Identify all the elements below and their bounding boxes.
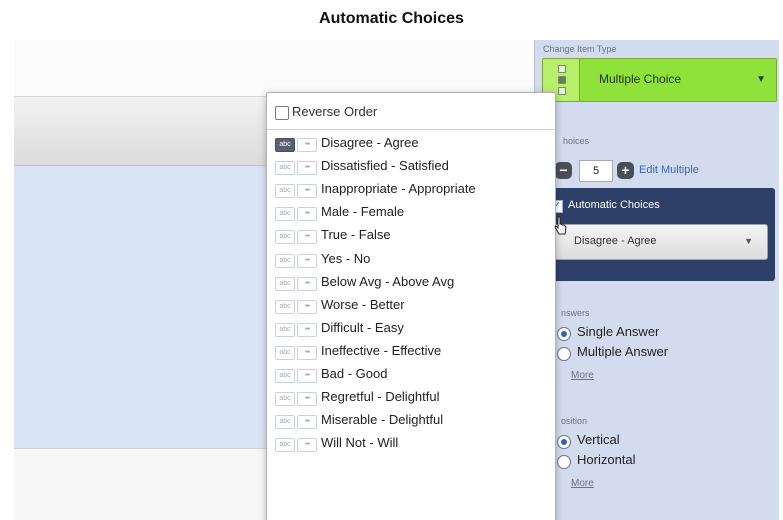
choice-scale-label: Difficult - Easy (321, 319, 404, 335)
minus-button[interactable]: − (555, 162, 572, 179)
plus-button[interactable]: + (617, 162, 634, 179)
dots-icon: ••• (297, 207, 317, 222)
abc-label-icon: abc (275, 392, 295, 407)
dots-icon: ••• (297, 415, 317, 430)
abc-label-icon: abc (275, 207, 295, 222)
dots-icon: ••• (297, 345, 317, 360)
radio-vertical[interactable] (557, 435, 571, 449)
position-option-label: Horizontal (577, 452, 636, 467)
dots-icon: ••• (297, 392, 317, 407)
dots-icon: ••• (297, 438, 317, 453)
caption-title: Automatic Choices (319, 10, 464, 27)
reverse-order-checkbox[interactable] (275, 106, 289, 120)
choice-scale-label: Regretful - Delightful (321, 389, 440, 405)
choice-scale-label: Dissatisfied - Satisfied (321, 158, 449, 174)
abc-label-icon: abc (275, 276, 295, 291)
dots-icon: ••• (297, 322, 317, 337)
abc-label-icon: abc (275, 138, 295, 152)
change-item-type-label: Change Item Type (543, 44, 617, 54)
abc-label-icon: abc (275, 161, 295, 176)
choice-scale-label: Ineffective - Effective (321, 342, 442, 358)
choice-scale-label: True - False (321, 227, 391, 243)
radio-single-answer[interactable] (557, 327, 571, 341)
answer-option-label: Multiple Answer (577, 344, 669, 359)
choice-scale-label: Inappropriate - Appropriate (321, 181, 476, 197)
abc-label-icon: abc (275, 322, 295, 337)
choice-scale-label: Disagree - Agree (321, 135, 419, 150)
choices-count-input[interactable]: 5 (579, 160, 613, 182)
dots-icon: ••• (297, 230, 317, 245)
choice-scale-label: Miserable - Delightful (321, 412, 444, 428)
choice-scale-label: Yes - No (321, 250, 371, 266)
dots-icon: ••• (297, 253, 317, 268)
abc-label-icon: abc (275, 184, 295, 199)
abc-label-icon: abc (275, 253, 295, 268)
chevron-down-icon: ▼ (756, 74, 766, 85)
dots-icon: ••• (297, 276, 317, 291)
automatic-choices-value: Disagree - Agree (574, 235, 657, 247)
item-type-value: Multiple Choice (599, 72, 682, 86)
automatic-choices-dropdown: Reverse Order abc ••• Disagree - Agree abc •… (266, 92, 556, 520)
choice-scale-label: Below Avg - Above Avg (321, 273, 455, 289)
radio-multiple-answer[interactable] (557, 347, 571, 361)
screenshot-frame: Change Item Type Multiple Choice ▼ hoice… (14, 40, 779, 520)
dots-icon: ••• (297, 138, 317, 152)
properties-panel: Change Item Type Multiple Choice ▼ hoice… (534, 40, 779, 520)
dots-icon: ••• (297, 161, 317, 176)
abc-label-icon: abc (275, 369, 295, 383)
editor-header-area (14, 40, 534, 97)
answers-more-link[interactable]: More (571, 370, 594, 381)
abc-label-icon: abc (275, 415, 295, 430)
dots-icon: ••• (297, 369, 317, 383)
choice-scale-label: Worse - Better (321, 296, 405, 312)
choice-scale-label: Will Not - Will (321, 435, 399, 451)
position-option-label: Vertical (577, 432, 620, 447)
pointer-hand-icon (554, 216, 567, 235)
dropdown-divider (267, 129, 555, 130)
automatic-choices-select[interactable]: Disagree - Agree ▼ (551, 224, 768, 260)
item-type-select[interactable]: Multiple Choice ▼ (542, 58, 777, 102)
position-more-link[interactable]: More (571, 478, 594, 489)
choice-scale-label: Bad - Good (321, 366, 388, 381)
abc-label-icon: abc (275, 345, 295, 360)
reverse-order-label: Reverse Order (292, 104, 378, 119)
abc-label-icon: abc (275, 299, 295, 314)
edit-multiple-link[interactable]: Edit Multiple (639, 164, 699, 176)
abc-label-icon: abc (275, 438, 295, 453)
radio-horizontal[interactable] (557, 455, 571, 469)
answers-label: nswers (561, 308, 590, 318)
dots-icon: ••• (297, 184, 317, 199)
automatic-choices-box: ✓ Automatic Choices Disagree - Agree ▼ (542, 188, 775, 281)
abc-label-icon: abc (275, 230, 295, 245)
choice-scale-label: Male - Female (321, 204, 405, 220)
answer-option-label: Single Answer (577, 324, 660, 339)
automatic-choices-label: Automatic Choices (568, 199, 660, 211)
choices-label: hoices (563, 136, 590, 146)
chevron-down-icon: ▼ (744, 236, 753, 246)
dots-icon: ••• (297, 299, 317, 314)
position-label: osition (561, 416, 588, 426)
